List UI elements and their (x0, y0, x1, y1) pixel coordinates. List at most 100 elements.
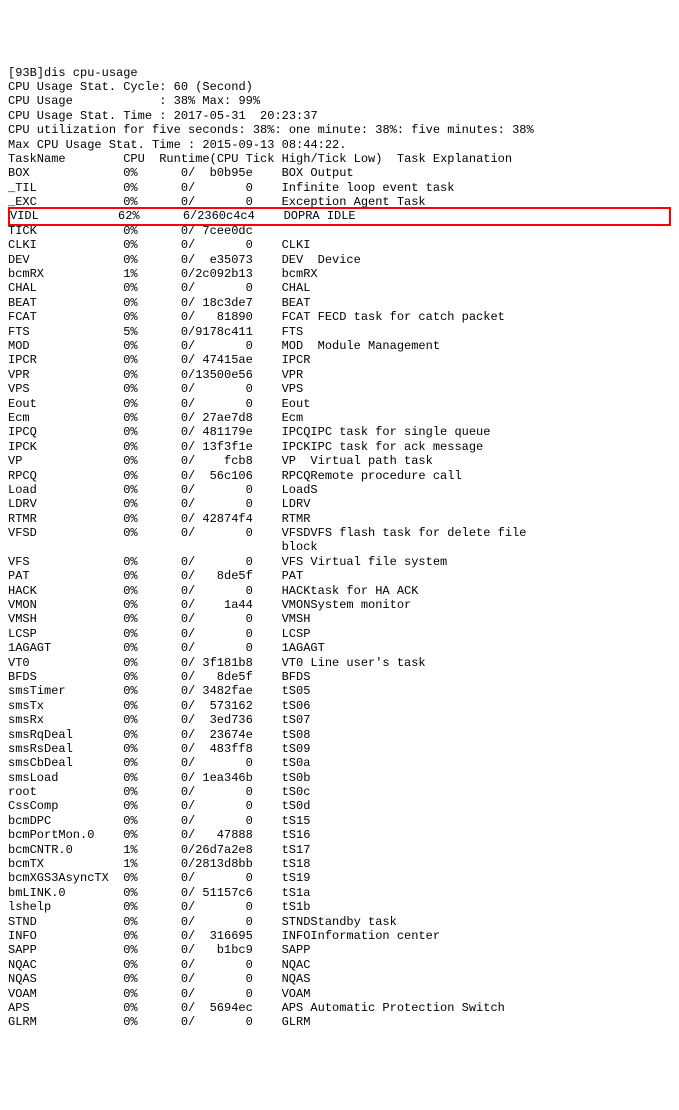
task-rhi: 0 (138, 296, 188, 310)
task-rlo: 51157c6 (195, 886, 253, 900)
table-row: VOAM0%0/0VOAM (8, 987, 671, 1001)
terminal-line: CPU Usage Stat. Time : 2017-05-31 20:23:… (8, 109, 671, 123)
task-name: smsTx (8, 699, 102, 713)
task-rhi: 0 (138, 267, 188, 281)
task-rhi: 0 (138, 627, 188, 641)
task-rhi: 0 (138, 598, 188, 612)
task-rlo: 0 (195, 785, 253, 799)
task-explanation: VT0 Line user's task (282, 656, 426, 670)
task-explanation: NQAS (282, 972, 311, 986)
task-cpu: 0% (102, 656, 138, 670)
task-name: bcmRX (8, 267, 102, 281)
task-name: BFDS (8, 670, 102, 684)
task-cpu: 0% (102, 871, 138, 885)
task-rlo: 0 (195, 756, 253, 770)
task-rhi: 0 (138, 943, 188, 957)
task-name: _TIL (8, 181, 102, 195)
task-rlo: 2c092b13 (195, 267, 253, 281)
task-rhi: 0 (138, 555, 188, 569)
task-rlo: 42874f4 (195, 512, 253, 526)
task-cpu: 0% (102, 929, 138, 943)
task-rlo: 0 (195, 987, 253, 1001)
task-rlo: 9178c411 (195, 325, 253, 339)
task-cpu: 0% (102, 900, 138, 914)
task-explanation: Eout (282, 397, 311, 411)
task-cpu: 0% (102, 253, 138, 267)
task-rlo: 2360c4c4 (197, 209, 255, 223)
task-rhi: 0 (138, 987, 188, 1001)
task-rlo: 0 (195, 238, 253, 252)
task-rlo: 1ea346b (195, 771, 253, 785)
task-cpu: 0% (102, 397, 138, 411)
task-name: IPCK (8, 440, 102, 454)
task-name: APS (8, 1001, 102, 1015)
task-explanation: tS06 (282, 699, 311, 713)
task-explanation: VPR (282, 368, 304, 382)
task-name: INFO (8, 929, 102, 943)
task-rhi: 0 (138, 310, 188, 324)
task-rhi: 0 (138, 929, 188, 943)
task-cpu: 0% (102, 641, 138, 655)
task-explanation: VMONSystem monitor (282, 598, 412, 612)
task-rhi: 0 (138, 814, 188, 828)
task-name: BEAT (8, 296, 102, 310)
task-rhi: 0 (138, 699, 188, 713)
table-row: RPCQ0%0/56c106RPCQRemote procedure call (8, 469, 671, 483)
task-explanation: tS0c (282, 785, 311, 799)
task-explanation: tS19 (282, 871, 311, 885)
table-row: smsLoad0%0/1ea346btS0b (8, 771, 671, 785)
task-name: VPS (8, 382, 102, 396)
task-name: IPCQ (8, 425, 102, 439)
terminal-output: [93B]dis cpu-usageCPU Usage Stat. Cycle:… (8, 66, 671, 1030)
task-name: VFSD (8, 526, 102, 540)
task-name: Load (8, 483, 102, 497)
task-explanation: MOD Module Management (282, 339, 440, 353)
task-rhi: 0 (138, 353, 188, 367)
task-cpu: 0% (102, 526, 138, 540)
task-rlo: 56c106 (195, 469, 253, 483)
task-rlo: 8de5f (195, 670, 253, 684)
task-rhi: 0 (138, 397, 188, 411)
task-explanation: VFSDVFS flash task for delete file (282, 526, 527, 540)
task-rhi: 0 (138, 440, 188, 454)
task-rhi: 0 (138, 512, 188, 526)
table-row: TICK0%0/7cee0dc (8, 224, 671, 238)
task-explanation: FCAT FECD task for catch packet (282, 310, 505, 324)
table-row: DEV0%0/e35073DEV Device (8, 253, 671, 267)
task-rlo: 27ae7d8 (195, 411, 253, 425)
task-rhi: 0 (138, 339, 188, 353)
task-rlo: 0 (195, 641, 253, 655)
task-explanation: BOX Output (282, 166, 354, 180)
task-rhi: 0 (138, 469, 188, 483)
task-cpu: 0% (102, 785, 138, 799)
task-explanation: Exception Agent Task (282, 195, 426, 209)
task-rlo: 13500e56 (195, 368, 253, 382)
task-name: smsLoad (8, 771, 102, 785)
terminal-line: TaskName CPU Runtime(CPU Tick High/Tick … (8, 152, 671, 166)
task-rhi: 0 (138, 181, 188, 195)
task-rhi: 0 (138, 799, 188, 813)
table-row: smsCbDeal0%0/0tS0a (8, 756, 671, 770)
task-rlo: 1a44 (195, 598, 253, 612)
task-rhi: 0 (138, 656, 188, 670)
task-explanation: Ecm (282, 411, 304, 425)
task-rhi: 0 (138, 569, 188, 583)
task-cpu: 0% (102, 943, 138, 957)
table-row: smsRqDeal0%0/23674etS08 (8, 728, 671, 742)
task-cpu: 0% (102, 497, 138, 511)
task-rlo: b1bc9 (195, 943, 253, 957)
task-name: bcmCNTR.0 (8, 843, 102, 857)
table-row: NQAC0%0/0NQAC (8, 958, 671, 972)
task-name: RTMR (8, 512, 102, 526)
task-name: NQAS (8, 972, 102, 986)
table-row: APS0%0/5694ecAPS Automatic Protection Sw… (8, 1001, 671, 1015)
task-rlo: 47415ae (195, 353, 253, 367)
task-name: FCAT (8, 310, 102, 324)
task-name: smsRsDeal (8, 742, 102, 756)
task-cpu: 0% (102, 382, 138, 396)
task-name: CLKI (8, 238, 102, 252)
task-rlo: 3ed736 (195, 713, 253, 727)
task-rlo: 0 (195, 814, 253, 828)
table-row: smsRsDeal0%0/483ff8tS09 (8, 742, 671, 756)
table-row: BFDS0%0/8de5fBFDS (8, 670, 671, 684)
